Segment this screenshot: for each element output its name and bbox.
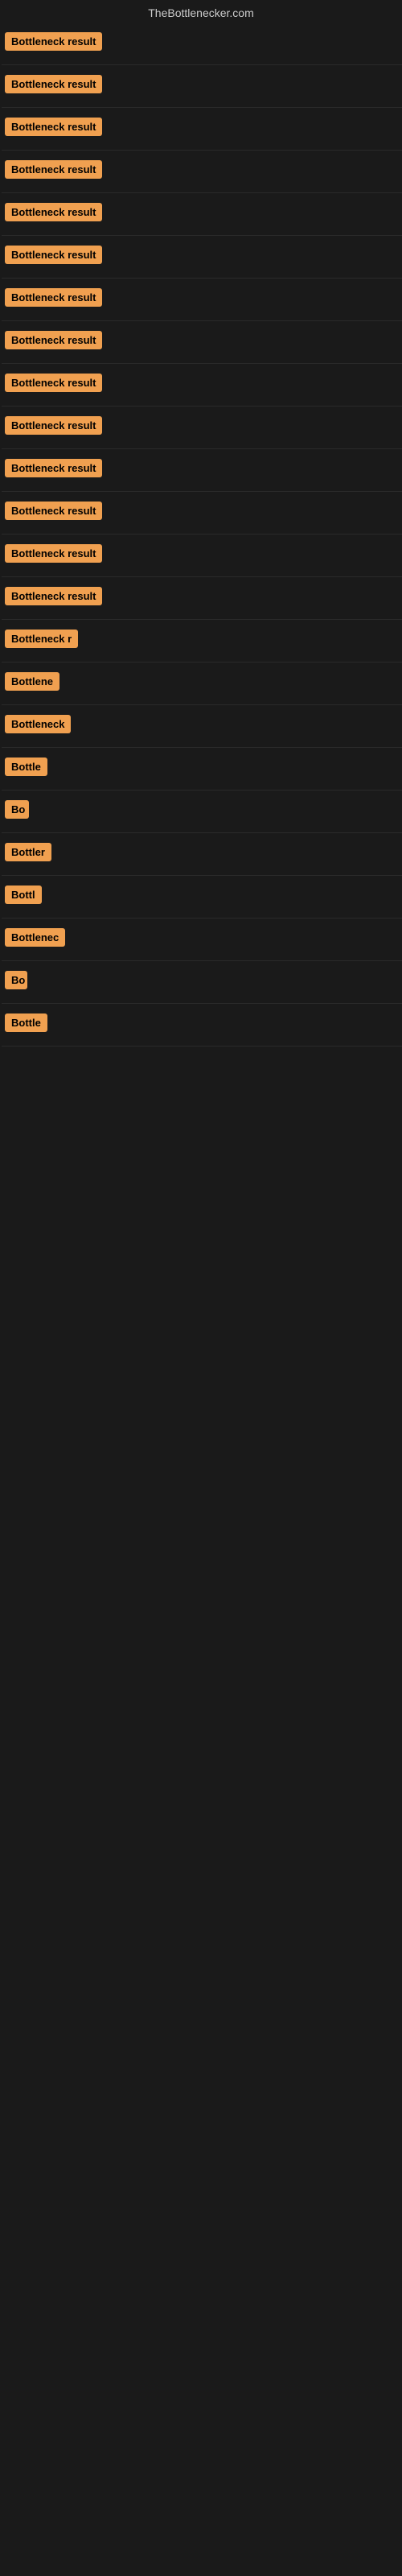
bottleneck-badge[interactable]: Bottleneck result [5, 544, 102, 563]
result-row: Bottleneck result [2, 577, 402, 620]
result-row: Bottleneck result [2, 65, 402, 108]
bottleneck-badge[interactable]: Bottlene [5, 672, 59, 691]
bottleneck-badge[interactable]: Bottleneck result [5, 118, 102, 136]
bottleneck-badge[interactable]: Bottle [5, 1013, 47, 1032]
result-row: Bottleneck result [2, 364, 402, 407]
bottleneck-badge[interactable]: Bottleneck result [5, 75, 102, 93]
result-row: Bo [2, 791, 402, 833]
bottleneck-badge[interactable]: Bottl [5, 886, 42, 904]
result-row: Bottle [2, 1004, 402, 1046]
bottleneck-badge[interactable]: Bottleneck result [5, 288, 102, 307]
result-row: Bottleneck result [2, 321, 402, 364]
bottleneck-badge[interactable]: Bottleneck result [5, 203, 102, 221]
bottleneck-badge[interactable]: Bottleneck result [5, 374, 102, 392]
result-row: Bottlenec [2, 919, 402, 961]
bottleneck-badge[interactable]: Bottleneck result [5, 416, 102, 435]
result-row: Bottleneck result [2, 151, 402, 193]
bottleneck-badge[interactable]: Bottleneck result [5, 246, 102, 264]
result-row: Bottleneck result [2, 193, 402, 236]
result-row: Bottle [2, 748, 402, 791]
bottleneck-badge[interactable]: Bottler [5, 843, 51, 861]
result-row: Bottleneck [2, 705, 402, 748]
result-row: Bottleneck result [2, 23, 402, 65]
bottleneck-badge[interactable]: Bottlenec [5, 928, 65, 947]
site-title: TheBottlenecker.com [0, 0, 402, 23]
result-row: Bottleneck result [2, 279, 402, 321]
bottleneck-badge[interactable]: Bottleneck result [5, 459, 102, 477]
result-row: Bottleneck result [2, 407, 402, 449]
bottleneck-badge[interactable]: Bottleneck result [5, 331, 102, 349]
page-container: TheBottlenecker.com Bottleneck resultBot… [0, 0, 402, 1046]
bottleneck-badge[interactable]: Bottleneck result [5, 587, 102, 605]
result-row: Bottlene [2, 663, 402, 705]
bottleneck-badge[interactable]: Bottleneck result [5, 502, 102, 520]
bottleneck-badge[interactable]: Bo [5, 971, 27, 989]
bottleneck-badge[interactable]: Bottleneck result [5, 32, 102, 51]
result-row: Bottleneck result [2, 108, 402, 151]
bottleneck-badge[interactable]: Bottleneck [5, 715, 71, 733]
result-row: Bottl [2, 876, 402, 919]
result-row: Bottleneck result [2, 236, 402, 279]
result-row: Bottler [2, 833, 402, 876]
bottleneck-badge[interactable]: Bottle [5, 758, 47, 776]
result-row: Bottleneck result [2, 535, 402, 577]
result-row: Bo [2, 961, 402, 1004]
result-row: Bottleneck result [2, 492, 402, 535]
bottleneck-badge[interactable]: Bo [5, 800, 29, 819]
bottleneck-badge[interactable]: Bottleneck result [5, 160, 102, 179]
bottleneck-badge[interactable]: Bottleneck r [5, 630, 78, 648]
results-list: Bottleneck result Bottleneck result Bottle… [0, 23, 402, 1046]
result-row: Bottleneck result [2, 449, 402, 492]
result-row: Bottleneck r [2, 620, 402, 663]
